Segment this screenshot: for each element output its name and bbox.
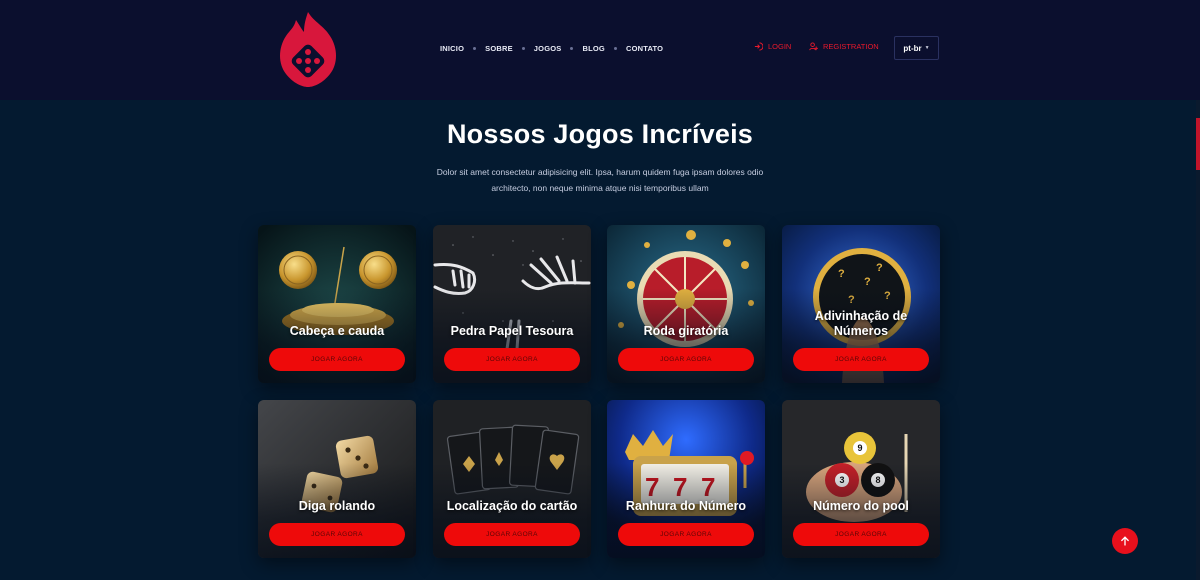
- nav-separator: [521, 46, 525, 50]
- scrollbar-track[interactable]: [1196, 100, 1200, 580]
- arrow-up-icon: [1121, 536, 1129, 546]
- play-now-button[interactable]: JOGAR AGORA: [618, 523, 754, 546]
- game-title: Adivinhação de Números: [814, 309, 908, 338]
- game-card-numero-pool[interactable]: 938 Número do pool JOGAR AGORA: [782, 400, 940, 558]
- game-title: Cabeça e cauda: [289, 324, 385, 338]
- login-label: LOGIN: [768, 42, 792, 51]
- nav-item-inicio[interactable]: INICIO: [440, 44, 464, 53]
- flame-dice-logo-icon[interactable]: [276, 10, 340, 88]
- game-title: Número do pool: [813, 499, 909, 513]
- play-now-button[interactable]: JOGAR AGORA: [444, 523, 580, 546]
- language-select[interactable]: pt-br ▼: [894, 36, 939, 60]
- play-now-button[interactable]: JOGAR AGORA: [793, 523, 929, 546]
- game-card-roda-giratoria[interactable]: Roda giratória JOGAR AGORA: [607, 225, 765, 383]
- play-now-button[interactable]: JOGAR AGORA: [269, 348, 405, 371]
- game-title: Diga rolando: [298, 499, 376, 513]
- game-card-adivinhacao-numeros[interactable]: ??? ?? Adivinhação de Números JOGAR AGOR…: [782, 225, 940, 383]
- registration-link[interactable]: REGISTRATION: [809, 42, 879, 51]
- nav-item-jogos[interactable]: JOGOS: [534, 44, 562, 53]
- game-card-diga-rolando[interactable]: Diga rolando JOGAR AGORA: [258, 400, 416, 558]
- nav-separator: [570, 46, 574, 50]
- main-nav: INICIO SOBRE JOGOS BLOG CONTATO: [440, 41, 663, 55]
- login-link[interactable]: LOGIN: [754, 42, 791, 51]
- login-icon: [754, 42, 763, 51]
- chevron-down-icon: ▼: [924, 45, 930, 51]
- nav-item-blog[interactable]: BLOG: [582, 44, 604, 53]
- game-card-ranhura-numero[interactable]: 777 Ranhura do Número JOGAR AGORA: [607, 400, 765, 558]
- nav-item-contato[interactable]: CONTATO: [626, 44, 663, 53]
- language-value: pt-br: [903, 43, 922, 53]
- user-add-icon: [809, 42, 818, 51]
- nav-separator: [613, 46, 617, 50]
- site-header: INICIO SOBRE JOGOS BLOG CONTATO LOGIN RE…: [0, 0, 1200, 100]
- game-title: Localização do cartão: [446, 499, 578, 513]
- play-now-button[interactable]: JOGAR AGORA: [793, 348, 929, 371]
- play-now-button[interactable]: JOGAR AGORA: [618, 348, 754, 371]
- play-now-button[interactable]: JOGAR AGORA: [444, 348, 580, 371]
- game-title: Ranhura do Número: [625, 499, 747, 513]
- game-title: Pedra Papel Tesoura: [450, 324, 574, 338]
- registration-label: REGISTRATION: [823, 42, 879, 51]
- nav-separator: [473, 46, 477, 50]
- section-title: Nossos Jogos Incríveis: [446, 119, 753, 149]
- nav-item-sobre[interactable]: SOBRE: [485, 44, 513, 53]
- play-now-button[interactable]: JOGAR AGORA: [269, 523, 405, 546]
- section-description: Dolor sit amet consectetur adipisicing e…: [436, 167, 764, 193]
- game-card-pedra-papel-tesoura[interactable]: Pedra Papel Tesoura JOGAR AGORA: [433, 225, 591, 383]
- game-card-localizacao-cartao[interactable]: Localização do cartão JOGAR AGORA: [433, 400, 591, 558]
- game-title: Roda giratória: [643, 324, 729, 338]
- back-to-top-button[interactable]: [1112, 528, 1138, 554]
- game-card-cabeca-cauda[interactable]: Cabeça e cauda JOGAR AGORA: [258, 225, 416, 383]
